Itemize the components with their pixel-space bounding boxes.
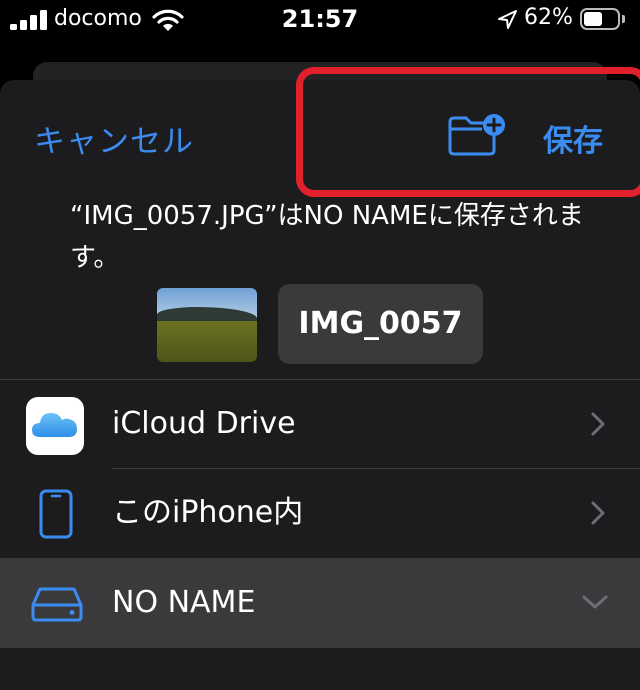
image-thumbnail: [157, 288, 257, 362]
location-row-icloud-drive[interactable]: iCloud Drive: [0, 380, 640, 468]
annotation-highlight-box: [296, 67, 640, 197]
carrier-name: docomo: [54, 6, 142, 31]
cancel-button[interactable]: キャンセル: [34, 116, 194, 161]
filename-text: IMG_0057: [298, 306, 463, 341]
wifi-icon: [152, 9, 184, 31]
status-bar: docomo 21:57 62%: [0, 0, 640, 44]
external-drive-icon: [31, 587, 83, 622]
battery-percent: 62%: [524, 5, 573, 30]
signal-bars-icon: [10, 10, 50, 30]
location-row-this-iphone[interactable]: このiPhone内: [0, 469, 640, 557]
iphone-icon: [39, 489, 73, 539]
chevron-down-icon: [582, 595, 608, 609]
location-label: NO NAME: [112, 585, 256, 620]
chevron-right-icon: [591, 501, 605, 525]
location-label: このiPhone内: [112, 495, 304, 530]
battery-icon: [580, 8, 620, 30]
chevron-right-icon: [591, 412, 605, 436]
save-destination-message: “IMG_0057.JPG”はNO NAMEに保存されます。: [70, 201, 584, 273]
status-time: 21:57: [281, 5, 359, 33]
battery-tip: [622, 15, 625, 23]
icloud-icon: [26, 397, 84, 455]
filename-field[interactable]: IMG_0057: [278, 284, 483, 364]
location-label: iCloud Drive: [112, 406, 296, 441]
location-arrow-icon: [498, 10, 517, 29]
location-row-no-name[interactable]: NO NAME: [0, 558, 640, 648]
